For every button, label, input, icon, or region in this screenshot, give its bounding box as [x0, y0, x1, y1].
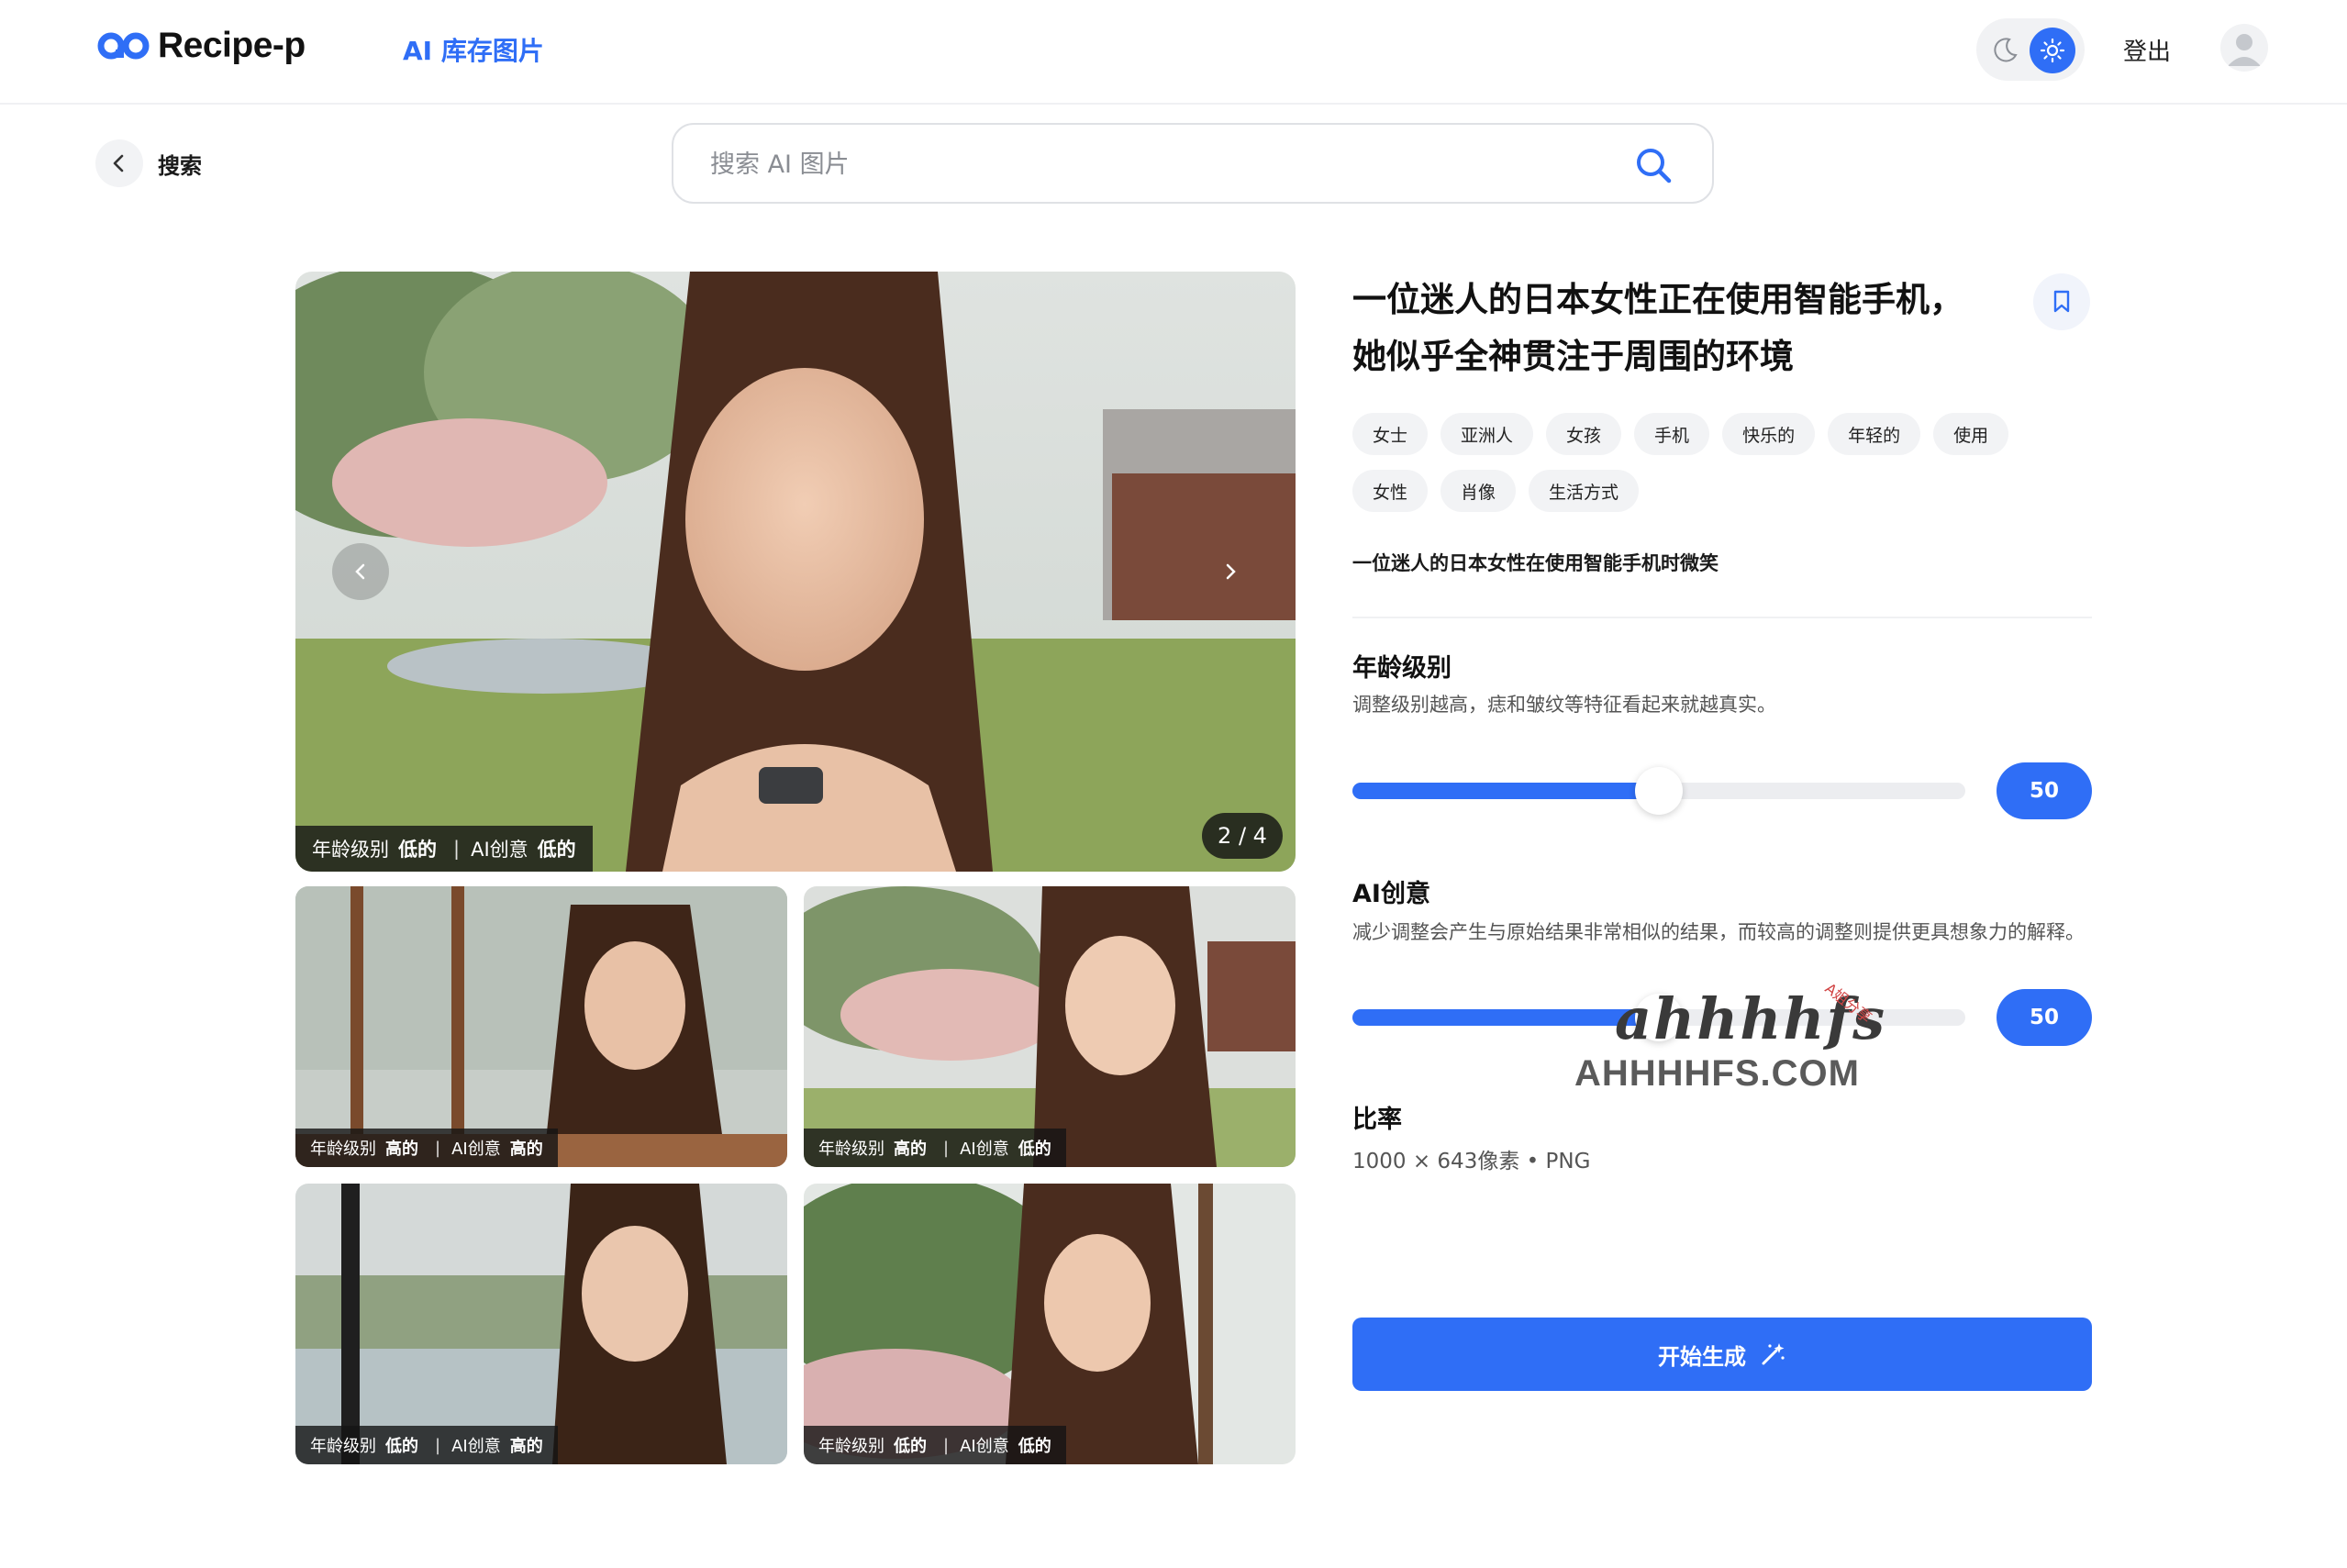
search-input[interactable] [710, 141, 1591, 187]
caption-age-value: 低的 [398, 839, 437, 861]
tag-list: 女士 亚洲人 女孩 手机 快乐的 年轻的 使用 女性 肖像 生活方式 [1352, 413, 2086, 512]
caption-age-value: 高的 [385, 1140, 418, 1159]
caption-ai-label: AI创意 [451, 1437, 501, 1456]
tag[interactable]: 快乐的 [1722, 413, 1816, 455]
caption-age-value: 高的 [894, 1140, 927, 1159]
avatar[interactable] [2220, 24, 2268, 72]
magic-wand-icon [1762, 1343, 1785, 1365]
slider-handle[interactable] [1635, 767, 1683, 815]
caption-ai-label: AI创意 [451, 1140, 501, 1159]
logout-link[interactable]: 登出 [2123, 33, 2171, 67]
user-icon [2228, 34, 2261, 66]
chevron-left-icon [113, 154, 124, 172]
top-header: Recipe-p AI 库存图片 登出 [0, 0, 2347, 105]
tag[interactable]: 女士 [1352, 413, 1429, 455]
caption-ai-label: AI创意 [960, 1140, 1009, 1159]
main-caption: 年龄级别 低的 | AI创意 低的 [295, 826, 593, 872]
image-description: 一位迷人的日本女性在使用智能手机时微笑 [1352, 552, 1719, 574]
logo-mark-icon [97, 32, 150, 60]
thumbnail-2[interactable]: 年龄级别 高的 | AI创意 低的 [804, 886, 1296, 1167]
tag[interactable]: 生活方式 [1529, 470, 1640, 512]
main-photo [295, 272, 1296, 872]
age-level-title: 年龄级别 [1352, 654, 1452, 683]
thumbnail-photo [295, 886, 787, 1167]
caption-age-label: 年龄级别 [818, 1140, 884, 1159]
divider [1352, 617, 2092, 618]
watermark-url: AHHHHFS.COM [1574, 1053, 1860, 1094]
tag[interactable]: 女孩 [1546, 413, 1622, 455]
thumbnail-4[interactable]: 年龄级别 低的 | AI创意 低的 [804, 1184, 1296, 1464]
caption-age-value: 低的 [894, 1437, 927, 1456]
caption-ai-label: AI创意 [960, 1437, 1009, 1456]
caption-separator: | [435, 1138, 441, 1158]
tag[interactable]: 亚洲人 [1440, 413, 1534, 455]
moon-icon[interactable] [1991, 35, 2020, 64]
prev-image-button[interactable] [332, 543, 389, 600]
age-level-slider[interactable] [1352, 767, 1965, 815]
thumbnail-photo [804, 886, 1296, 1167]
tag[interactable]: 女性 [1352, 470, 1429, 512]
search-bar [672, 123, 1714, 204]
caption-ai-value: 低的 [537, 839, 576, 861]
next-image-button[interactable] [1202, 543, 1259, 600]
age-level-value[interactable]: 50 [1997, 762, 2092, 819]
image-counter: 2 / 4 [1202, 813, 1283, 859]
caption-ai-value: 高的 [509, 1140, 543, 1159]
caption-ai-value: 低的 [1018, 1140, 1051, 1159]
thumbnail-caption: 年龄级别 高的 | AI创意 高的 [295, 1129, 558, 1167]
ai-creativity-desc: 减少调整会产生与原始结果非常相似的结果，而较高的调整则提供更具想象力的解释。 [1352, 921, 2085, 943]
thumbnail-photo [295, 1184, 787, 1464]
caption-age-label: 年龄级别 [312, 839, 389, 861]
chevron-left-icon [355, 563, 365, 580]
ai-creativity-title: AI创意 [1352, 880, 1430, 908]
caption-ai-label: AI创意 [471, 839, 528, 861]
ratio-title: 比率 [1352, 1106, 1402, 1134]
tag[interactable]: 手机 [1634, 413, 1710, 455]
generate-button[interactable]: 开始生成 [1352, 1318, 2092, 1391]
tag[interactable]: 年轻的 [1828, 413, 1921, 455]
sun-icon[interactable] [2030, 28, 2075, 73]
caption-separator: | [943, 1138, 950, 1158]
generate-label: 开始生成 [1658, 1343, 1746, 1370]
tag[interactable]: 使用 [1933, 413, 2009, 455]
ai-creativity-value[interactable]: 50 [1997, 989, 2092, 1046]
caption-age-label: 年龄级别 [310, 1437, 376, 1456]
theme-toggle[interactable] [1976, 18, 2085, 81]
chevron-right-icon [1226, 563, 1236, 580]
back-button[interactable] [95, 139, 143, 187]
thumbnail-1[interactable]: 年龄级别 高的 | AI创意 高的 [295, 886, 787, 1167]
age-level-desc: 调整级别越高，痣和皱纹等特征看起来就越真实。 [1352, 694, 1776, 716]
caption-ai-value: 高的 [509, 1437, 543, 1456]
thumbnail-caption: 年龄级别 高的 | AI创意 低的 [804, 1129, 1066, 1167]
tag[interactable]: 肖像 [1440, 470, 1517, 512]
search-icon[interactable] [1633, 145, 1674, 185]
main-image[interactable]: 2 / 4 年龄级别 低的 | AI创意 低的 [295, 272, 1296, 872]
image-title: 一位迷人的日本女性正在使用智能手机， 她似乎全神贯注于周围的环境 [1352, 272, 1976, 385]
slider-fill [1352, 783, 1659, 799]
ratio-value: 1000 × 643像素 • PNG [1352, 1150, 1591, 1173]
nav-ai-stock-images[interactable]: AI 库存图片 [403, 31, 544, 68]
bookmark-icon [2053, 290, 2070, 313]
thumbnail-caption: 年龄级别 低的 | AI创意 低的 [804, 1426, 1066, 1464]
thumbnail-3[interactable]: 年龄级别 低的 | AI创意 高的 [295, 1184, 787, 1464]
caption-separator: | [453, 838, 461, 860]
logo[interactable]: Recipe-p [97, 26, 306, 66]
title-line-1: 一位迷人的日本女性正在使用智能手机， [1352, 280, 1963, 319]
bookmark-button[interactable] [2033, 273, 2090, 330]
title-line-2: 她似乎全神贯注于周围的环境 [1352, 337, 1794, 376]
back-to-search[interactable]: 搜索 [95, 139, 202, 187]
caption-age-value: 低的 [385, 1437, 418, 1456]
caption-separator: | [435, 1435, 441, 1455]
logo-text: Recipe-p [158, 26, 306, 65]
caption-separator: | [943, 1435, 950, 1455]
caption-age-label: 年龄级别 [310, 1140, 376, 1159]
back-label: 搜索 [158, 152, 202, 179]
thumbnail-caption: 年龄级别 低的 | AI创意 高的 [295, 1426, 558, 1464]
caption-age-label: 年龄级别 [818, 1437, 884, 1456]
caption-ai-value: 低的 [1018, 1437, 1051, 1456]
watermark: ahhhhfs A姐分享 AHHHHFS.COM [1574, 980, 1886, 1095]
thumbnail-photo [804, 1184, 1296, 1464]
